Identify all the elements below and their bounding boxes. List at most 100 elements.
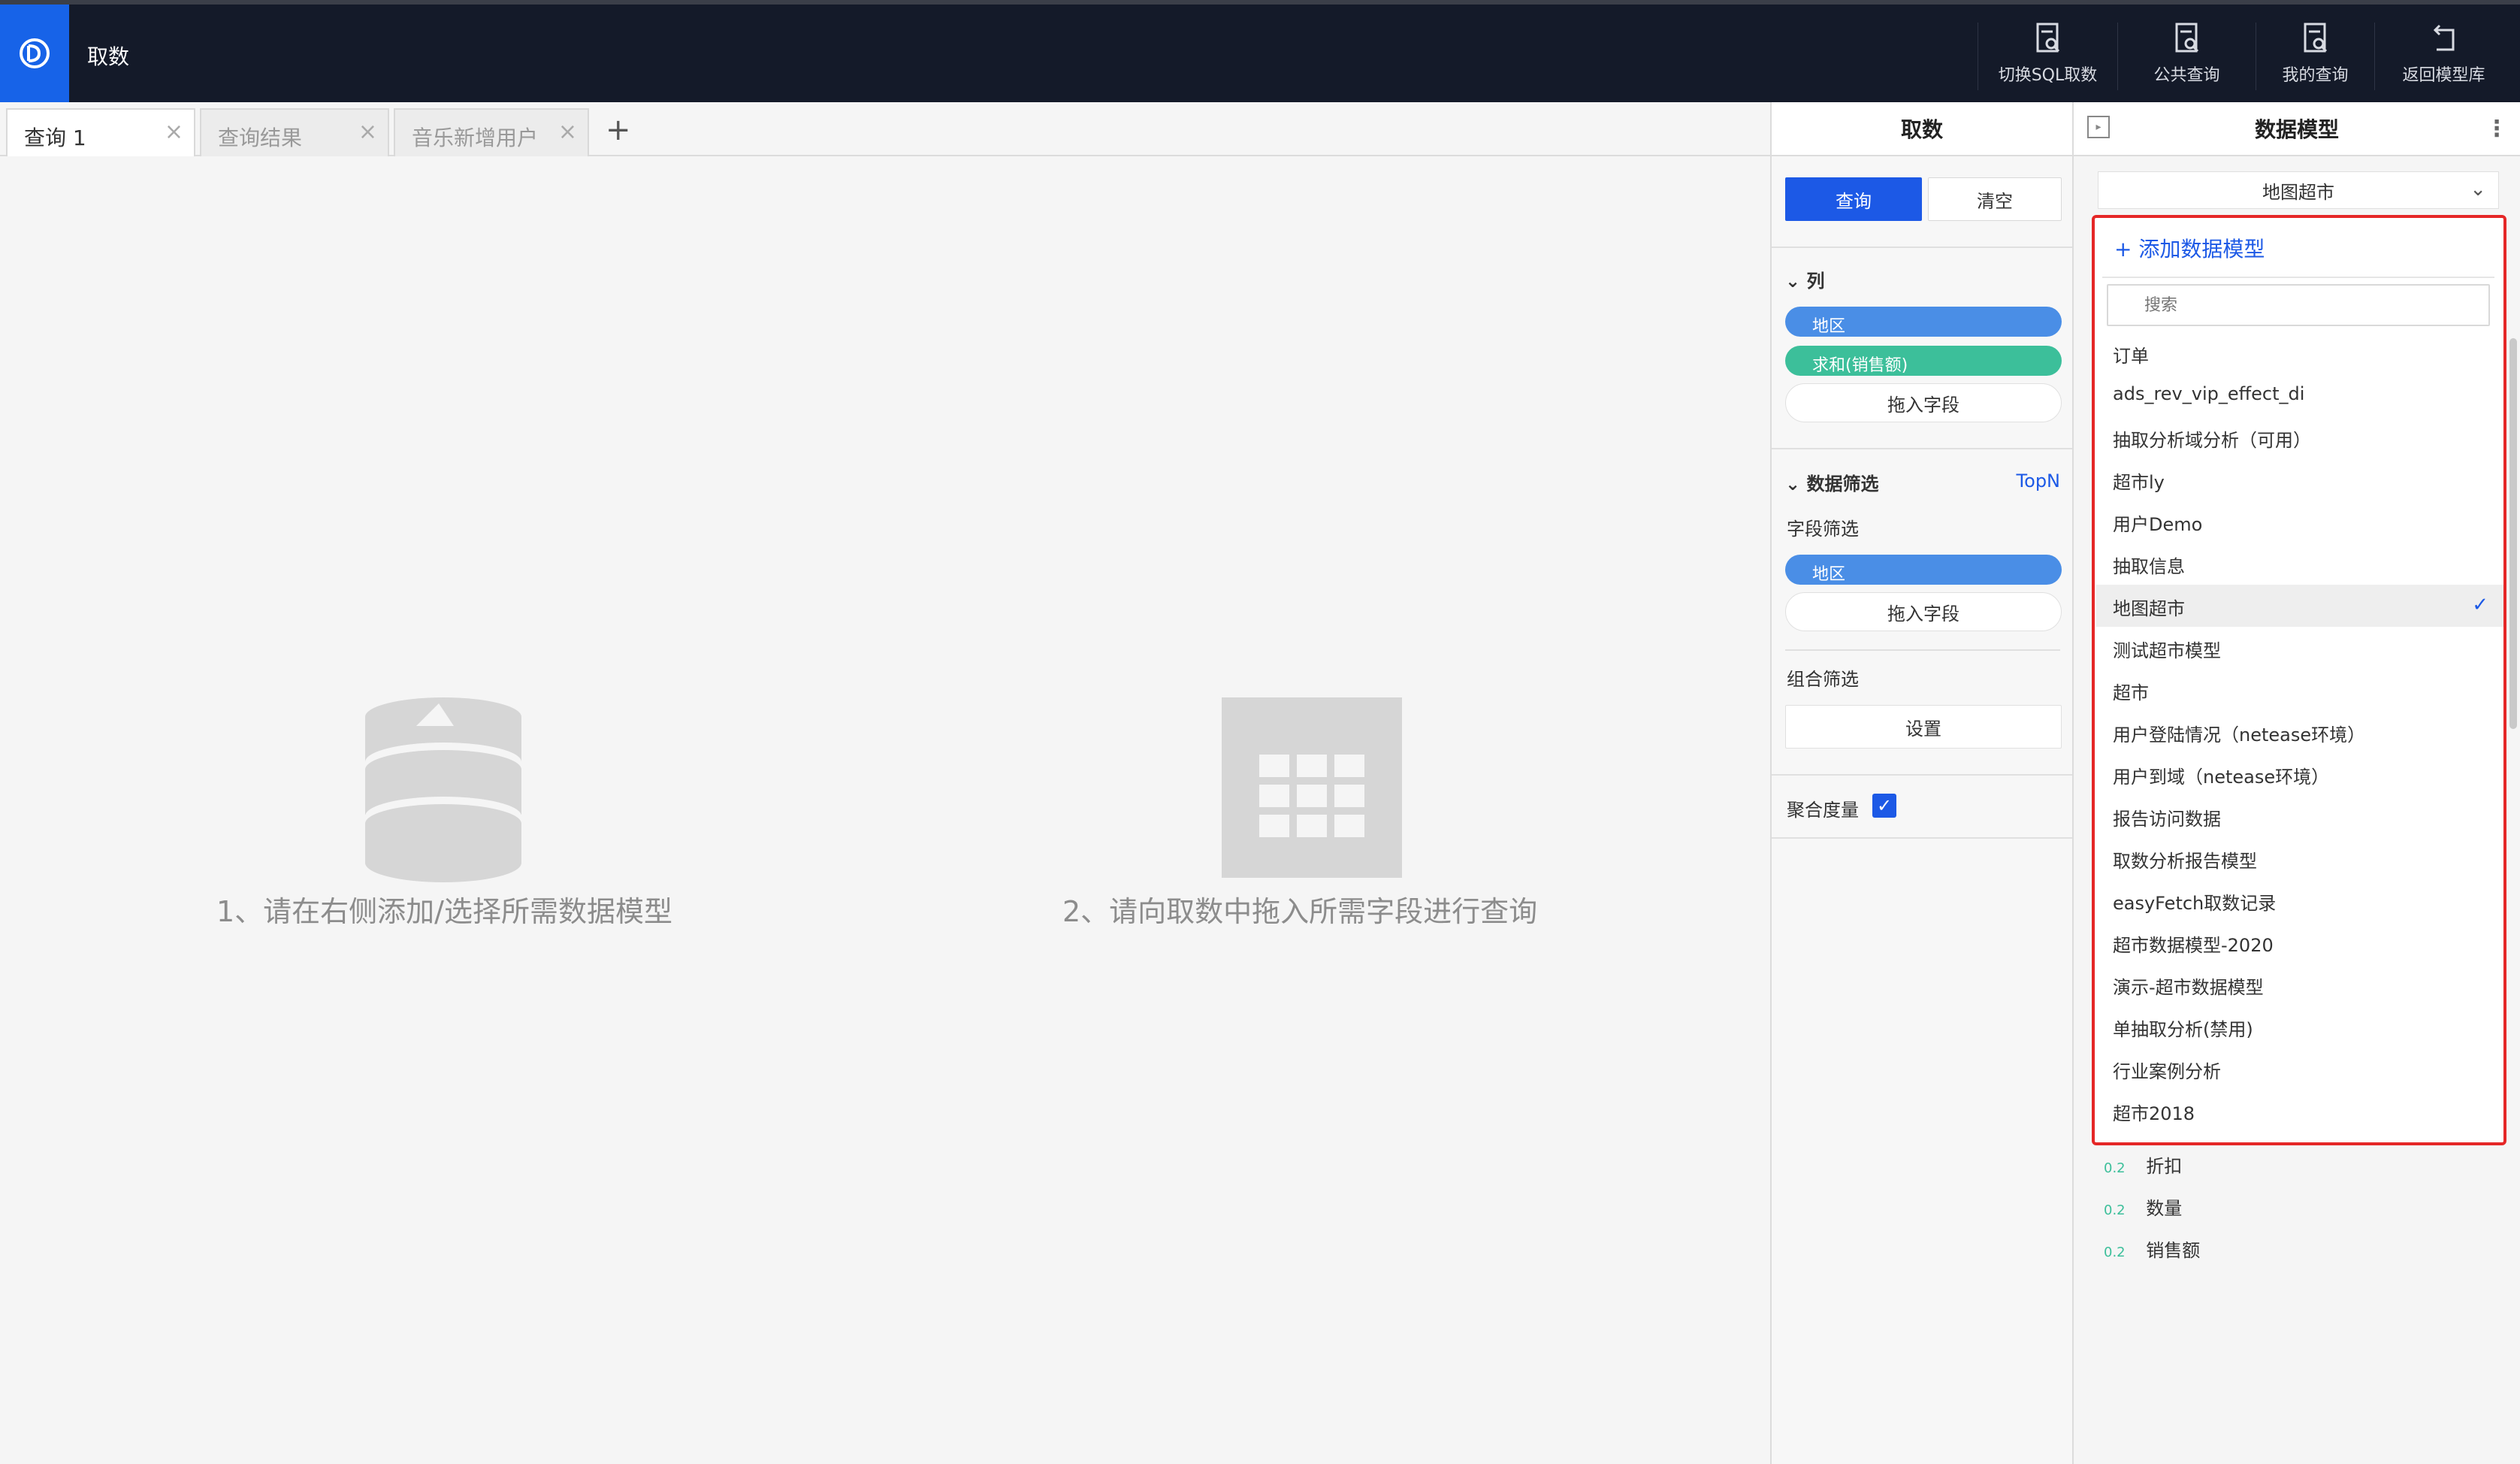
aggregate-measure-label: 聚合度量 [1787, 800, 1859, 821]
chevron-down-icon: ⌄ [1785, 271, 1807, 292]
data-model-header: ▸ 数据模型 ⋮ [2074, 102, 2520, 156]
filter-section-header[interactable]: ⌄ 数据筛选 [1785, 469, 1878, 495]
table-icon [1222, 697, 1402, 878]
public-query-button[interactable]: 公共查询 [2117, 23, 2256, 90]
add-data-model-label: 添加数据模型 [2138, 237, 2265, 262]
field-filter-label: 字段筛选 [1787, 519, 1859, 540]
tab-music-new-users[interactable]: 音乐新增用户 × [394, 108, 589, 156]
model-list-item[interactable]: ads_rev_vip_effect_di [2096, 374, 2503, 416]
switch-sql-label: 切换SQL取数 [1998, 66, 2098, 85]
model-search-input[interactable] [2107, 284, 2490, 326]
add-tab-icon[interactable]: + [606, 113, 631, 147]
model-list-item-label: 演示-超市数据模型 [2113, 977, 2264, 998]
collapse-panel-icon[interactable]: ▸ [2087, 116, 2110, 138]
query-button[interactable]: 查询 [1785, 177, 1922, 221]
columns-section-header[interactable]: ⌄ 列 [1785, 266, 1824, 292]
return-model-library-button[interactable]: 返回模型库 [2374, 23, 2512, 90]
model-list-item[interactable]: 订单 [2096, 332, 2503, 374]
model-list-item-label: 抽取信息 [2113, 556, 2185, 577]
model-dropdown: + 添加数据模型 订单 ads_rev_vip_effect_di 抽取分析域分析（… [2092, 215, 2506, 1145]
model-list-item[interactable]: 超市ly [2096, 458, 2503, 501]
add-data-model-button[interactable]: + 添加数据模型 [2114, 233, 2265, 263]
tab-query-1[interactable]: 查询 1 × [6, 108, 195, 158]
model-list-item[interactable]: 超市 [2096, 669, 2503, 711]
combo-filter-settings-button[interactable]: 设置 [1785, 705, 2062, 749]
app-logo[interactable] [0, 5, 69, 102]
tab-query-results[interactable]: 查询结果 × [200, 108, 389, 156]
public-query-label: 公共查询 [2153, 66, 2220, 85]
columns-drop-zone[interactable]: 拖入字段 [1785, 383, 2062, 422]
switch-sql-button[interactable]: 切换SQL取数 [1978, 23, 2117, 90]
model-list-item[interactable]: 地图超市 ✓ [2096, 585, 2503, 627]
model-list-item[interactable]: 用户Demo [2096, 501, 2503, 543]
database-icon [365, 697, 521, 882]
measure-type-icon: 0.2 [2104, 1245, 2126, 1260]
column-pill-region[interactable]: 地区 [1785, 307, 2062, 337]
model-list-item[interactable]: 测试超市模型 [2096, 627, 2503, 669]
sql-query-icon [2036, 23, 2059, 53]
model-list-item-label: 行业案例分析 [2113, 1061, 2221, 1082]
model-list-item-label: 单抽取分析(禁用) [2113, 1019, 2253, 1040]
tab-label: 查询 1 [24, 126, 86, 150]
model-list-item-label: 抽取分析域分析（可用） [2113, 430, 2311, 451]
model-list-item[interactable]: 行业案例分析 [2096, 1048, 2503, 1090]
hint-drag-fields: 2、请向取数中拖入所需字段进行查询 [1062, 895, 1538, 928]
model-list-item[interactable]: easyFetch取数记录 [2096, 879, 2503, 921]
measure-type-icon: 0.2 [2104, 1202, 2126, 1218]
aggregate-checkbox[interactable]: ✓ [1872, 794, 1896, 818]
plus-icon: + [2114, 237, 2132, 262]
query-canvas: 1、请在右侧添加/选择所需数据模型 2、请向取数中拖入所需字段进行查询 [0, 156, 1770, 1464]
model-list-item[interactable]: 用户登陆情况（netease环境） [2096, 711, 2503, 753]
model-select[interactable]: 地图超市 ⌄ [2098, 171, 2499, 209]
model-list-item[interactable]: 用户到域（netease环境） [2096, 753, 2503, 795]
public-query-icon [2175, 23, 2198, 53]
model-list-item[interactable]: 抽取分析域分析（可用） [2096, 416, 2503, 458]
filter-drop-zone[interactable]: 拖入字段 [1785, 592, 2062, 631]
close-icon[interactable]: × [358, 119, 377, 145]
model-list-item[interactable]: 报告访问数据 [2096, 795, 2503, 837]
tab-label: 音乐新增用户 [412, 126, 539, 150]
field-row[interactable]: 0.2 销售额 [2104, 1236, 2200, 1262]
model-list-item[interactable]: 超市2018 [2096, 1090, 2503, 1132]
logo-icon [20, 38, 50, 68]
model-list-item-label: 订单 [2113, 346, 2149, 367]
my-query-button[interactable]: 我的查询 [2256, 23, 2374, 90]
model-list-item-label: 地图超市 [2113, 598, 2185, 619]
divider [1785, 649, 2060, 651]
filter-title: 数据筛选 [1806, 473, 1879, 495]
model-list-item-label: ads_rev_vip_effect_di [2113, 383, 2305, 404]
more-menu-icon[interactable]: ⋮ [2485, 116, 2508, 142]
model-list-item-label: 用户登陆情况（netease环境） [2113, 724, 2366, 746]
model-list-item-label: 用户Demo [2113, 514, 2203, 535]
model-list-item-label: 测试超市模型 [2113, 640, 2221, 661]
chevron-down-icon: ⌄ [2470, 178, 2486, 201]
model-list-item[interactable]: 抽取信息 [2096, 543, 2503, 585]
data-model-title: 数据模型 [2254, 117, 2339, 142]
query-tab-bar: 查询 1 × 查询结果 × 音乐新增用户 × [0, 102, 1770, 158]
filter-pill-region[interactable]: 地区 [1785, 555, 2062, 585]
field-row[interactable]: 0.2 数量 [2104, 1193, 2182, 1220]
field-row[interactable]: 0.2 折扣 [2104, 1151, 2182, 1178]
topn-link[interactable]: TopN [2017, 470, 2060, 492]
combo-filter-label: 组合筛选 [1787, 669, 1859, 690]
model-list-item[interactable]: 取数分析报告模型 [2096, 837, 2503, 879]
selected-model: 地图超市 [2262, 181, 2334, 203]
model-list-item-label: 取数分析报告模型 [2113, 851, 2257, 872]
columns-title: 列 [1806, 271, 1825, 292]
chevron-down-icon: ⌄ [1785, 473, 1807, 495]
scrollbar[interactable] [2509, 338, 2517, 729]
model-list-item-label: 用户到域（netease环境） [2113, 767, 2330, 788]
clear-button[interactable]: 清空 [1928, 177, 2062, 221]
column-pill-sum-sales[interactable]: 求和(销售额) [1785, 346, 2062, 376]
model-list-item[interactable]: 超市数据模型-2020 [2096, 921, 2503, 963]
model-list-item-label: 超市2018 [2113, 1103, 2195, 1124]
close-icon[interactable]: × [558, 119, 577, 145]
model-list-item[interactable]: 演示-超市数据模型 [2096, 963, 2503, 1006]
return-icon [2433, 24, 2454, 51]
field-name: 数量 [2146, 1198, 2183, 1219]
fetch-panel: 取数 查询 清空 ⌄ 列 地区 求和(销售额) 拖入字段 ⌄ 数据筛选 TopN… [1770, 102, 2074, 1464]
divider [1772, 774, 2074, 776]
model-list-item[interactable]: 单抽取分析(禁用) [2096, 1006, 2503, 1048]
model-list-item-label: easyFetch取数记录 [2113, 893, 2277, 914]
close-icon[interactable]: × [165, 119, 183, 145]
